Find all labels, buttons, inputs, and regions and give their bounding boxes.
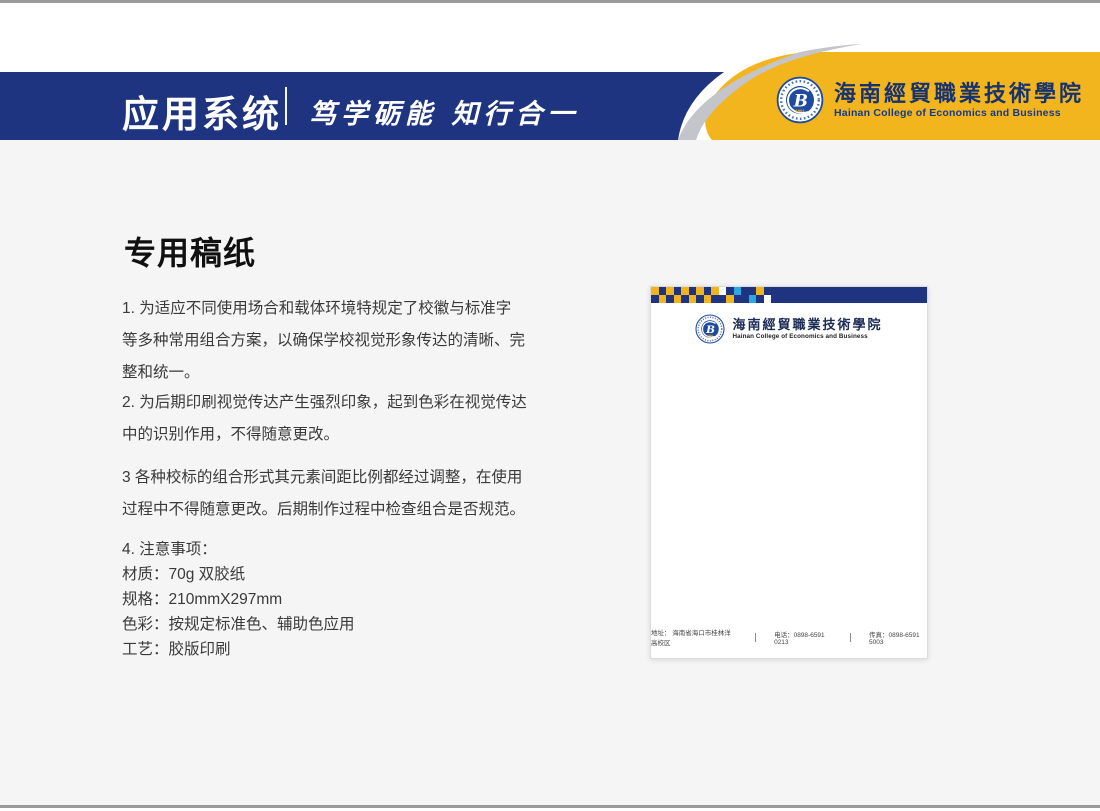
letterhead-name-block: 海南經貿職業技術學院 Hainan College of Economics a… — [732, 318, 882, 340]
checker-cell — [734, 287, 742, 295]
paragraph-4-specs: 4. 注意事项： 材质：70g 双胶纸 规格：210mmX297mm 色彩：按规… — [122, 537, 540, 662]
checker-cell — [689, 295, 697, 303]
letterhead-fax: 传真：0898-6591 5003 — [869, 629, 927, 646]
letterhead-footer: 地址： 海南省海口市桂林洋高校区 电话：0898-6591 0213 传真：08… — [651, 627, 927, 647]
checker-cell — [764, 295, 772, 303]
section-title: 专用稿纸 — [124, 228, 256, 274]
paragraph-3: 3 各种校标的组合形式其元素间距比例都经过调整，在使用 过程中不得随意更改。后期… — [122, 462, 540, 526]
college-name-block: 海南經貿職業技術學院 Hainan College of Economics a… — [834, 81, 1084, 119]
header-divider — [285, 87, 287, 125]
paragraph-1: 1. 为适应不同使用场合和载体环境特规定了校徽与标准字 等多种常用组合方案，以确… — [122, 293, 540, 389]
letterhead-emblem-icon — [695, 314, 725, 344]
checker-cell — [704, 295, 712, 303]
motto-text: 笃学砺能 知行合一 — [309, 92, 579, 131]
paragraph-2: 2. 为后期印刷视觉传达产生强烈印象，起到色彩在视觉传达 中的识别作用，不得随意… — [122, 387, 540, 451]
letterhead-preview: 海南經貿職業技術學院 Hainan College of Economics a… — [650, 286, 928, 659]
checker-cell — [726, 295, 734, 303]
college-logo: 海南經貿職業技術學院 Hainan College of Economics a… — [776, 76, 1084, 124]
checker-cell — [681, 287, 689, 295]
letterhead-phone: 电话：0898-6591 0213 — [774, 629, 832, 646]
college-name-en: Hainan College of Economics and Business — [834, 107, 1084, 119]
footer-separator — [850, 633, 851, 642]
checker-cell — [666, 287, 674, 295]
checker-cell — [719, 287, 727, 295]
footer-separator — [755, 633, 756, 642]
checker-cell — [749, 295, 757, 303]
checker-cell — [696, 287, 704, 295]
checker-cell — [659, 295, 667, 303]
letterhead-address: 地址： 海南省海口市桂林洋高校区 — [651, 627, 737, 647]
checker-cell — [756, 287, 764, 295]
college-emblem-icon — [776, 76, 824, 124]
brand-manual-page: B 1984 应用系统 笃学砺能 知行合一 海南經貿職業技術學院 Hainan … — [0, 0, 1100, 811]
checker-cell — [674, 295, 682, 303]
college-name-cn: 海南經貿職業技術學院 — [834, 81, 1084, 107]
letterhead-name-cn: 海南經貿職業技術學院 — [732, 318, 882, 333]
letterhead-checker-band — [651, 287, 927, 303]
page-title: 应用系统 — [122, 84, 282, 138]
bottom-edge-rule — [0, 805, 1100, 808]
checker-cell — [711, 287, 719, 295]
letterhead-name-en: Hainan College of Economics and Business — [732, 333, 882, 340]
checker-cell — [651, 287, 659, 295]
letterhead-logo: 海南經貿職業技術學院 Hainan College of Economics a… — [651, 314, 927, 344]
